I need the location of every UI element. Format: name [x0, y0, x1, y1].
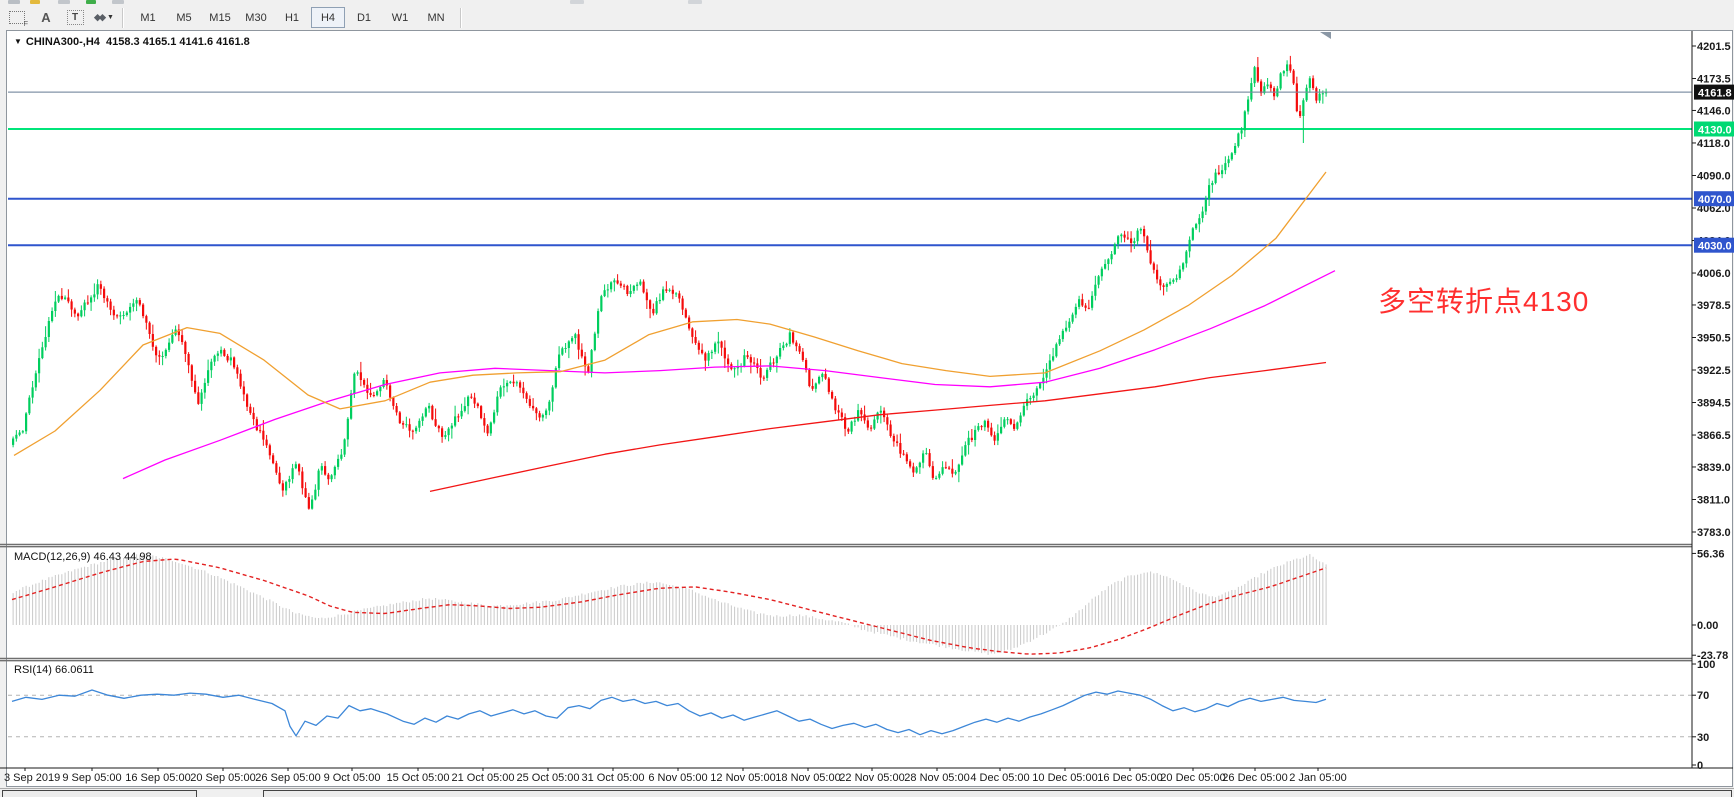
date-tick-label: 3 Sep 2019: [4, 772, 60, 784]
date-tick-label: 9 Oct 05:00: [324, 772, 381, 784]
price-tick-label: 4173.5: [1697, 74, 1731, 86]
chart-canvas[interactable]: 4201.54173.54146.04118.04090.04062.04034…: [0, 0, 1734, 797]
shapes-icon: ◆◆: [94, 12, 104, 23]
date-tick-label: 10 Dec 05:00: [1032, 772, 1097, 784]
price-tick-label: 3894.5: [1697, 398, 1731, 410]
toolbar-separator: [460, 8, 462, 28]
grid-icon: [9, 11, 25, 24]
scrollbar-segment-left[interactable]: [2, 790, 197, 797]
date-tick-label: 22 Nov 05:00: [839, 772, 904, 784]
date-tick-label: 16 Dec 05:00: [1097, 772, 1162, 784]
text-box-tool[interactable]: T: [63, 8, 87, 28]
date-tick-label: 20 Sep 05:00: [190, 772, 255, 784]
date-tick-label: 16 Sep 05:00: [125, 772, 190, 784]
timeframe-button-MN[interactable]: MN: [419, 7, 453, 28]
date-tick-label: 28 Nov 05:00: [904, 772, 969, 784]
date-tick-label: 25 Oct 05:00: [517, 772, 580, 784]
scrollbar-thumb[interactable]: [263, 790, 1732, 797]
macd-tick-label: 0.00: [1697, 620, 1718, 632]
timeframe-button-M15[interactable]: M15: [203, 7, 237, 28]
date-tick-label: 6 Nov 05:00: [648, 772, 707, 784]
price-tick-label: 3839.0: [1697, 462, 1731, 474]
text-a-icon: A: [41, 10, 50, 25]
rsi-values: 66.0611: [55, 664, 94, 676]
price-badge-text: 4030.0: [1698, 241, 1732, 253]
chart-toolbar: A T ◆◆ ▼ M1M5M15M30H1H4D1W1MN: [0, 5, 1734, 30]
timeframe-group: M1M5M15M30H1H4D1W1MN: [130, 7, 454, 28]
timeframe-button-M1[interactable]: M1: [131, 7, 165, 28]
price-tick-label: 3783.0: [1697, 527, 1731, 539]
rsi-tick-label: 100: [1697, 659, 1715, 671]
date-tick-label: 18 Nov 05:00: [775, 772, 840, 784]
price-tick-label: 3978.5: [1697, 300, 1731, 312]
timeframe-button-M5[interactable]: M5: [167, 7, 201, 28]
timeframe-button-D1[interactable]: D1: [347, 7, 381, 28]
price-badge-text: 4161.8: [1698, 88, 1732, 100]
horizontal-scrollbar[interactable]: [0, 788, 1734, 797]
chart-window-chrome: [6, 30, 1733, 787]
date-tick-label: 26 Dec 05:00: [1222, 772, 1287, 784]
timeframe-button-H1[interactable]: H1: [275, 7, 309, 28]
rsi-tick-label: 0: [1697, 760, 1703, 772]
date-tick-label: 4 Dec 05:00: [970, 772, 1029, 784]
date-tick-label: 21 Oct 05:00: [452, 772, 515, 784]
price-badge-text: 4130.0: [1698, 125, 1732, 137]
date-tick-label: 26 Sep 05:00: [255, 772, 320, 784]
price-tick-label: 4201.5: [1697, 41, 1731, 53]
timeframe-button-W1[interactable]: W1: [383, 7, 417, 28]
timeframe-button-M30[interactable]: M30: [239, 7, 273, 28]
price-tick-label: 3866.5: [1697, 430, 1731, 442]
price-tick-label: 4090.0: [1697, 171, 1731, 183]
macd-tick-label: 56.36: [1697, 548, 1725, 560]
date-tick-label: 12 Nov 05:00: [710, 772, 775, 784]
rsi-indicator-label: RSI(14) 66.0611: [14, 664, 94, 676]
crosshair-grid-tool[interactable]: [5, 8, 29, 28]
macd-name: MACD(12,26,9): [14, 551, 90, 563]
rsi-name: RSI(14): [14, 664, 52, 676]
price-badge-text: 4070.0: [1698, 194, 1732, 206]
toolbar-separator: [122, 8, 124, 28]
price-tick-label: 4146.0: [1697, 106, 1731, 118]
date-tick-label: 15 Oct 05:00: [387, 772, 450, 784]
chevron-down-icon: ▼: [14, 37, 22, 46]
date-tick-label: 9 Sep 05:00: [62, 772, 121, 784]
chevron-down-icon: ▼: [107, 14, 114, 21]
macd-indicator-label: MACD(12,26,9) 46.43 44.98: [14, 551, 152, 563]
timeframe-button-H4[interactable]: H4: [311, 7, 345, 28]
rsi-tick-label: 30: [1697, 732, 1709, 744]
chart-symbol-ohlc[interactable]: ▼ CHINA300-,H4 4158.3 4165.1 4141.6 4161.…: [14, 36, 250, 48]
trend-annotation-text: 多空转折点4130: [1378, 280, 1589, 320]
rsi-tick-label: 70: [1697, 690, 1709, 702]
price-tick-label: 4118.0: [1697, 138, 1730, 150]
ohlc-values: 4158.3 4165.1 4141.6 4161.8: [106, 36, 250, 48]
date-tick-label: 2 Jan 05:00: [1289, 772, 1347, 784]
date-tick-label: 20 Dec 05:00: [1160, 772, 1225, 784]
price-tick-label: 3950.5: [1697, 333, 1731, 345]
trading-app-window: A T ◆◆ ▼ M1M5M15M30H1H4D1W1MN 4201.5 4173…: [0, 0, 1734, 797]
symbol-label: CHINA300-,H4: [26, 36, 100, 48]
chart-window: 4201.54173.54146.04118.04090.04062.04034…: [0, 30, 1734, 797]
price-tick-label: 3811.0: [1697, 495, 1730, 507]
price-axis: 4201.54173.54146.04118.04090.04062.04034…: [1692, 31, 1734, 772]
macd-values: 46.43 44.98: [93, 551, 151, 563]
shapes-tool[interactable]: ◆◆ ▼: [92, 8, 116, 28]
date-tick-label: 31 Oct 05:00: [582, 772, 645, 784]
text-label-tool[interactable]: A: [34, 8, 58, 28]
price-tick-label: 3922.5: [1697, 365, 1731, 377]
text-box-icon: T: [67, 10, 84, 25]
price-tick-label: 4006.0: [1697, 268, 1731, 280]
